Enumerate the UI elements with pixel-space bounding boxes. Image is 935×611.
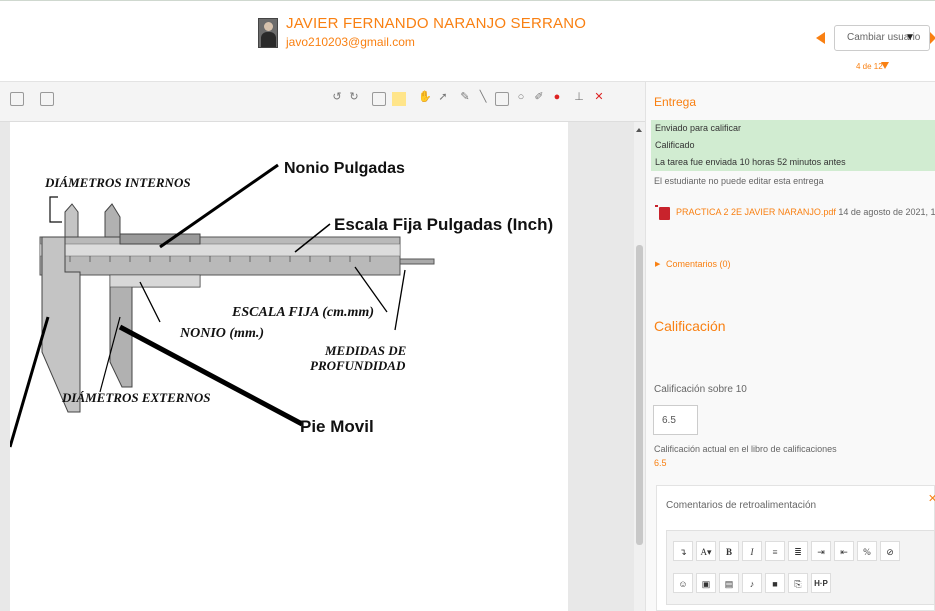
filter-icon[interactable]	[881, 62, 889, 69]
color-drop-icon[interactable]: ●	[550, 90, 564, 104]
no-edit-text: El estudiante no puede editar esta entre…	[654, 176, 824, 186]
toggle-toolbar-icon[interactable]: ↴	[673, 541, 693, 561]
change-user-select[interactable]: Cambiar usuario ▼	[834, 25, 930, 51]
outdent-icon[interactable]: ⇤	[834, 541, 854, 561]
label-diametros-internos: DIÁMETROS INTERNOS	[45, 175, 191, 190]
indent-icon[interactable]: ⇥	[811, 541, 831, 561]
label-pie-movil: Pie Movil	[300, 417, 374, 436]
user-email: javo210203@gmail.com	[286, 35, 415, 49]
current-grade-label: Calificación actual en el libro de calif…	[654, 444, 837, 454]
manage-files-icon[interactable]: ⎘	[788, 573, 808, 593]
comments-link[interactable]: Comentarios (0)	[666, 259, 731, 269]
microphone-icon[interactable]: ♪	[742, 573, 762, 593]
label-escala-fija-pulgadas: Escala Fija Pulgadas (Inch)	[334, 215, 554, 234]
file-name-link[interactable]: PRACTICA 2 2E JAVIER NARANJO.pdf	[676, 207, 836, 217]
label-diametros-externos: DIÁMETROS EXTERNOS	[62, 390, 211, 405]
section-calificacion-title: Calificación	[654, 318, 726, 334]
vernier-caliper-image	[10, 163, 435, 448]
user-name-link[interactable]: JAVIER FERNANDO NARANJO SERRANO	[286, 15, 586, 32]
scroll-up-icon[interactable]	[636, 128, 642, 132]
expand-icon[interactable]	[40, 92, 54, 106]
page-count: 4 de 12	[856, 62, 883, 71]
hand-icon[interactable]: ✋	[418, 90, 432, 104]
select-icon[interactable]: ➚	[436, 90, 450, 104]
chevron-right-icon[interactable]: ▶	[655, 260, 660, 268]
stamp-tool-icon[interactable]: ⊥	[572, 90, 586, 104]
label-medidas-de: MEDIDAS DE	[325, 343, 407, 358]
h5p-icon[interactable]: H·P	[811, 573, 831, 593]
next-user-icon[interactable]	[930, 32, 935, 44]
color-picker-icon[interactable]	[392, 92, 406, 106]
pdf-file-icon	[655, 205, 670, 220]
status-graded: Calificado	[651, 137, 935, 154]
submission-file[interactable]: PRACTICA 2 2E JAVIER NARANJO.pdf 14 de a…	[676, 207, 935, 217]
current-grade-value: 6.5	[654, 458, 667, 468]
status-time: La tarea fue enviada 10 horas 52 minutos…	[651, 154, 935, 171]
video-icon[interactable]: ■	[765, 573, 785, 593]
scrollbar-thumb[interactable]	[636, 245, 643, 545]
label-escala-fija-cm: ESCALA FIJA (cm.mm)	[232, 305, 374, 320]
stamp-icon[interactable]: ✎	[458, 90, 472, 104]
previous-user-icon[interactable]	[816, 32, 825, 44]
grade-label: Calificación sobre 10	[654, 384, 747, 395]
rotate-right-icon[interactable]: ↻	[347, 90, 361, 104]
line-icon[interactable]: ╲	[476, 90, 490, 104]
bullet-list-icon[interactable]: ≡	[765, 541, 785, 561]
grade-input[interactable]: 6.5	[653, 405, 698, 435]
unlink-icon[interactable]: ⊘	[880, 541, 900, 561]
annotation-toolbar	[0, 82, 645, 122]
pen-icon[interactable]: ✐	[532, 90, 546, 104]
feedback-label: Comentarios de retroalimentación	[666, 500, 817, 511]
italic-icon[interactable]: I	[742, 541, 762, 561]
comment-icon[interactable]	[372, 92, 386, 106]
page-icon[interactable]	[10, 92, 24, 106]
avatar[interactable]	[258, 18, 278, 48]
status-submitted: Enviado para calificar	[651, 120, 935, 137]
label-nonio-mm: NONIO (mm.)	[180, 326, 264, 341]
label-profundidad: PROFUNDIDAD	[310, 358, 406, 373]
collapse-icon[interactable]: ✕	[928, 492, 935, 505]
close-icon[interactable]: ✕	[592, 90, 606, 104]
oval-icon[interactable]: ○	[514, 90, 528, 104]
font-size-icon[interactable]: A▾	[696, 541, 716, 561]
chevron-down-icon: ▼	[905, 32, 915, 43]
emoticon-icon[interactable]: ☺	[673, 573, 693, 593]
section-entrega-title: Entrega	[654, 95, 697, 109]
document-page	[10, 122, 568, 611]
file-date: 14 de agosto de 2021, 13:06	[838, 207, 935, 217]
bold-icon[interactable]: B	[719, 541, 739, 561]
media-icon[interactable]: ▤	[719, 573, 739, 593]
link-icon[interactable]: %	[857, 541, 877, 561]
numbered-list-icon[interactable]: ≣	[788, 541, 808, 561]
rotate-left-icon[interactable]: ↺	[330, 90, 344, 104]
user-header	[0, 0, 935, 82]
rectangle-icon[interactable]	[495, 92, 509, 106]
label-nonio-pulgadas: Nonio Pulgadas	[284, 160, 405, 177]
image-icon[interactable]: ▣	[696, 573, 716, 593]
